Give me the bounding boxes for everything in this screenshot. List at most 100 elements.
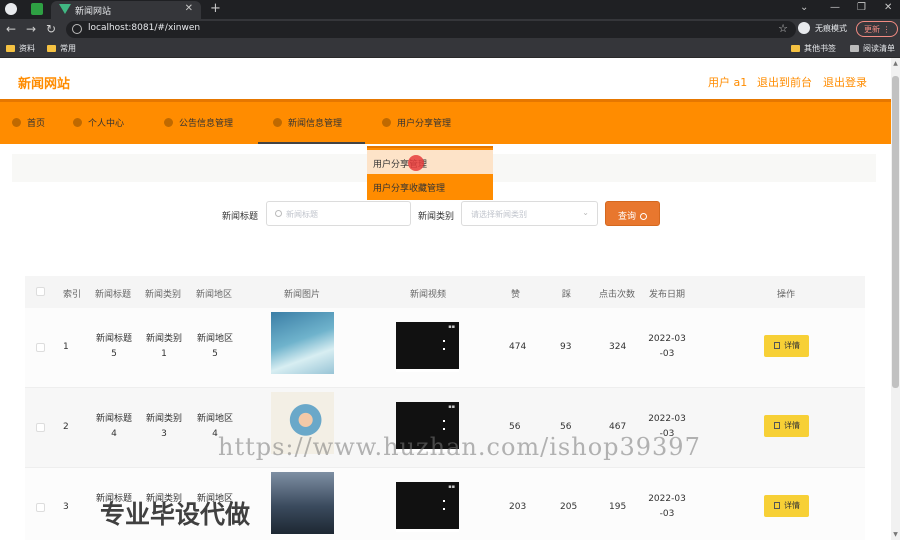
row-checkbox[interactable] <box>36 503 45 512</box>
cell-line: 3 <box>161 429 167 439</box>
detail-label: 详情 <box>784 421 800 430</box>
vue-logo-icon <box>59 4 71 14</box>
cell-date: 2022-03 -03 <box>647 332 687 362</box>
cell-index: 1 <box>63 342 69 352</box>
cell-title: 新闻标题 5 <box>94 332 134 362</box>
cell-index: 2 <box>63 422 69 432</box>
title-search-input[interactable]: 新闻标题 <box>266 201 411 226</box>
row-checkbox[interactable] <box>36 423 45 432</box>
site-title: 新闻网站 <box>18 77 71 92</box>
reading-list-icon <box>850 45 859 52</box>
bookmark-label: 常用 <box>60 44 76 53</box>
search-icon <box>640 213 648 220</box>
new-tab-icon[interactable]: + <box>210 1 221 16</box>
th-clicks: 点击次数 <box>599 290 636 300</box>
cell-line: 新闻地区 <box>196 334 233 344</box>
nav-item-profile[interactable]: 个人中心 <box>73 116 124 129</box>
detail-button[interactable]: 详情 <box>764 335 809 357</box>
more-icon[interactable] <box>443 340 445 350</box>
page-scrollbar[interactable]: ▲ ▼ <box>891 58 900 540</box>
submenu-item-share[interactable]: 用户分享管理 <box>367 150 493 174</box>
folder-icon <box>6 45 15 52</box>
video-progress[interactable] <box>396 369 459 372</box>
app-favicon-icon[interactable] <box>31 3 43 15</box>
incognito-label: 无痕模式 <box>815 24 847 33</box>
bookmarks-bar: 资料 常用 其他书签 阅读清单 <box>0 40 900 58</box>
scroll-down-icon[interactable]: ▼ <box>892 531 899 538</box>
browser-tab[interactable]: 新闻网站 ✕ <box>51 1 201 19</box>
query-button[interactable]: 查询 <box>605 201 660 226</box>
url-watermark: https://www.huzhan.com/ishop39397 <box>218 433 701 461</box>
nav-active-indicator <box>258 142 365 144</box>
user-link[interactable]: 用户 a1 <box>708 74 747 90</box>
cell-line: 2022-03 <box>648 414 686 424</box>
browser-menu-icon[interactable] <box>5 3 17 15</box>
document-icon <box>774 342 780 349</box>
table-row[interactable]: 1 新闻标题 5 新闻类别 1 新闻地区 5 ▪▪ 474 93 324 2022-0… <box>25 308 865 388</box>
news-video[interactable]: ▪▪ <box>396 322 459 372</box>
chevron-down-icon[interactable]: ⌄ <box>800 2 808 13</box>
bookmark-folder-2[interactable]: 常用 <box>47 43 76 54</box>
cell-line: 5 <box>111 349 117 359</box>
bookmark-star-icon[interactable]: ☆ <box>778 22 788 35</box>
nav-item-notices[interactable]: 公告信息管理 <box>164 116 233 129</box>
minimize-icon[interactable]: — <box>830 2 840 13</box>
news-video[interactable]: ▪▪ <box>396 482 459 532</box>
page: 新闻网站 用户 a1 退出到前台 退出登录 首页 个人中心 公告信息管理 新闻信… <box>0 58 900 540</box>
other-bookmarks[interactable]: 其他书签 <box>791 43 836 54</box>
site-info-icon[interactable] <box>72 24 82 34</box>
cell-line: 4 <box>111 429 117 439</box>
close-tab-icon[interactable]: ✕ <box>185 3 193 14</box>
th-likes: 赞 <box>511 290 521 300</box>
scrollbar-thumb[interactable] <box>892 76 899 388</box>
select-all-checkbox[interactable] <box>36 287 45 296</box>
cell-line: 新闻类别 <box>145 414 182 424</box>
folder-icon <box>791 45 800 52</box>
scroll-up-icon[interactable]: ▲ <box>892 60 899 67</box>
submenu-item-share-favorites[interactable]: 用户分享收藏管理 <box>367 174 493 198</box>
category-select[interactable]: 请选择新闻类别 ⌄ <box>461 201 598 226</box>
news-icon <box>273 118 282 127</box>
chevron-down-icon: ⌄ <box>582 208 589 217</box>
nav-item-home[interactable]: 首页 <box>12 116 45 129</box>
url-text: localhost:8081/#/xinwen <box>88 23 201 33</box>
bookmark-folder-1[interactable]: 资料 <box>6 43 35 54</box>
bookmark-label: 阅读清单 <box>863 44 895 53</box>
more-icon[interactable] <box>443 420 445 430</box>
cell-title: 新闻标题 4 <box>94 412 134 442</box>
restore-icon[interactable]: ❐ <box>857 2 866 13</box>
category-placeholder: 请选择新闻类别 <box>471 210 527 219</box>
search-icon <box>275 210 282 217</box>
cell-clicks: 195 <box>609 502 627 512</box>
th-title: 新闻标题 <box>95 290 132 300</box>
reload-icon[interactable]: ↻ <box>46 22 56 36</box>
nav-item-news[interactable]: 新闻信息管理 <box>273 116 342 129</box>
detail-button[interactable]: 详情 <box>764 495 809 517</box>
forward-arrow-icon[interactable]: → <box>26 22 36 36</box>
cell-category: 新闻类别 1 <box>144 332 184 362</box>
url-field[interactable]: localhost:8081/#/xinwen ☆ <box>66 21 796 38</box>
reading-list[interactable]: 阅读清单 <box>850 43 895 54</box>
news-image[interactable] <box>271 472 334 534</box>
logout-link[interactable]: 退出登录 <box>823 74 867 90</box>
back-to-front-link[interactable]: 退出到前台 <box>757 74 812 90</box>
more-icon[interactable] <box>443 500 445 510</box>
cell-line: 4 <box>212 429 218 439</box>
bookmark-label: 其他书签 <box>804 44 836 53</box>
cell-line: -03 <box>659 509 675 519</box>
detail-button[interactable]: 详情 <box>764 415 809 437</box>
incognito-icon[interactable] <box>798 22 810 34</box>
video-status: ▪▪ <box>448 484 455 490</box>
cell-dislikes: 93 <box>560 342 572 352</box>
nav-item-share[interactable]: 用户分享管理 <box>382 116 451 129</box>
nav-label: 新闻信息管理 <box>288 119 343 129</box>
mouse-cursor-icon <box>408 155 424 171</box>
news-image[interactable] <box>271 312 334 374</box>
back-arrow-icon[interactable]: ← <box>6 22 16 36</box>
video-progress[interactable] <box>396 529 459 532</box>
row-checkbox[interactable] <box>36 343 45 352</box>
nav-label: 用户分享管理 <box>397 119 452 129</box>
th-index: 索引 <box>63 290 82 300</box>
close-window-icon[interactable]: ✕ <box>884 2 892 13</box>
update-button[interactable]: 更新 ⋮ <box>856 21 898 37</box>
